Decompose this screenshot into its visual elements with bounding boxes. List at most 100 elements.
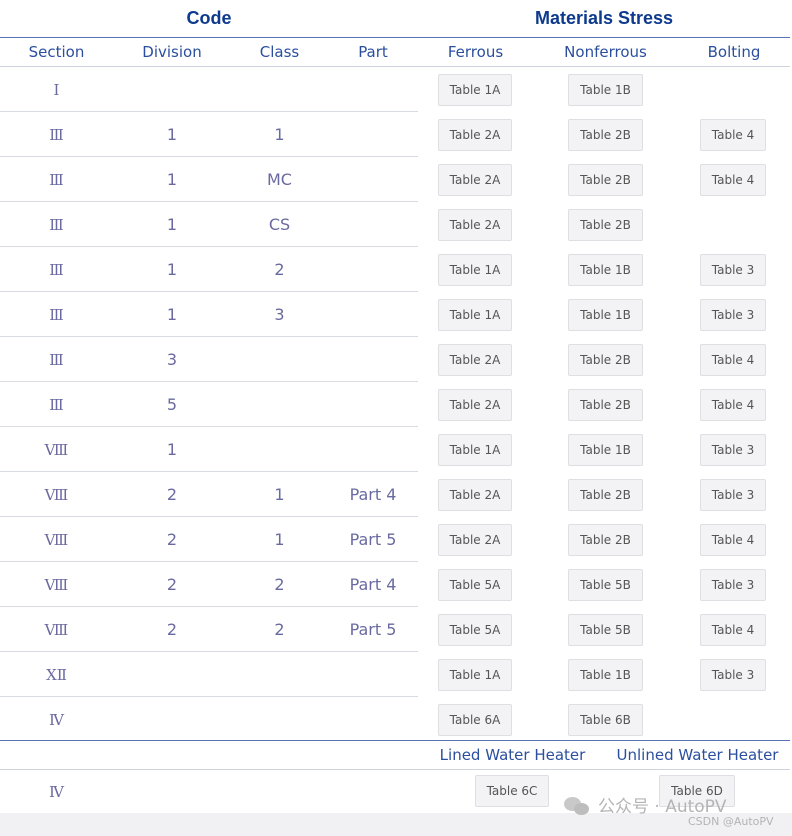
division-cell — [113, 652, 231, 697]
table-row: Ⅰ Table 1A Table 1B — [0, 67, 790, 112]
nonferrous-table-button[interactable]: Table 2B — [568, 119, 643, 151]
class-cell: MC — [267, 170, 292, 189]
bolting-table-button[interactable]: Table 3 — [700, 569, 766, 601]
nonferrous-table-button[interactable]: Table 1B — [568, 74, 643, 106]
ferrous-table-button[interactable]: Table 2A — [438, 479, 512, 511]
division-cell: 2 — [166, 485, 178, 504]
bolting-table-button[interactable]: Table 3 — [700, 299, 766, 331]
class-cell — [231, 67, 328, 112]
division-cell: 1 — [166, 125, 178, 144]
watermark-text: 公众号 · AutoPV — [598, 797, 727, 817]
bolting-table-button[interactable]: Table 4 — [700, 524, 766, 556]
ferrous-table-button[interactable]: Table 2A — [438, 524, 512, 556]
class-cell: 2 — [274, 260, 285, 279]
bolting-table-button[interactable]: Table 4 — [700, 119, 766, 151]
division-cell: 1 — [166, 260, 178, 279]
class-cell: CS — [268, 215, 291, 234]
ferrous-table-button[interactable]: Table 2A — [438, 164, 512, 196]
part-cell — [328, 697, 418, 742]
nonferrous-table-button[interactable]: Table 6B — [568, 704, 643, 736]
ferrous-table-button[interactable]: Table 6A — [438, 704, 512, 736]
bolting-table-button[interactable]: Table 4 — [700, 164, 766, 196]
section-cell: Ⅷ — [44, 620, 69, 639]
nonferrous-table-button[interactable]: Table 1B — [568, 299, 643, 331]
section-cell: Ⅲ — [49, 395, 64, 414]
col-header-ferrous: Ferrous — [447, 43, 504, 61]
part-cell — [328, 247, 418, 292]
section-cell: Ⅰ — [53, 80, 60, 99]
division-cell: 1 — [166, 215, 178, 234]
division-cell: 3 — [166, 350, 178, 369]
nonferrous-table-button[interactable]: Table 2B — [568, 344, 643, 376]
ferrous-table-button[interactable]: Table 1A — [438, 74, 512, 106]
ferrous-table-button[interactable]: Table 1A — [438, 434, 512, 466]
part-cell: Part 4 — [349, 575, 397, 594]
wechat-icon — [562, 794, 592, 816]
division-cell: 2 — [166, 530, 178, 549]
part-cell: Part 4 — [349, 485, 397, 504]
part-cell — [328, 292, 418, 337]
nonferrous-table-button[interactable]: Table 2B — [568, 389, 643, 421]
bolting-table-button[interactable]: Table 4 — [700, 614, 766, 646]
ferrous-table-button[interactable]: Table 5A — [438, 569, 512, 601]
table-6c-button[interactable]: Table 6C — [475, 775, 549, 807]
section-cell: Ⅲ — [49, 125, 64, 144]
bolting-table-button[interactable]: Table 3 — [700, 659, 766, 691]
division-cell: 1 — [166, 305, 178, 324]
bolting-table-button[interactable]: Table 4 — [700, 344, 766, 376]
ferrous-table-button[interactable]: Table 5A — [438, 614, 512, 646]
nonferrous-table-button[interactable]: Table 1B — [568, 659, 643, 691]
bolting-table-button[interactable]: Table 3 — [700, 254, 766, 286]
col-header-section: Section — [28, 43, 85, 61]
division-cell: 5 — [166, 395, 178, 414]
class-cell: 2 — [274, 575, 285, 594]
section-cell: Ⅲ — [49, 305, 64, 324]
col-header-division: Division — [142, 43, 202, 61]
part-cell — [328, 157, 418, 202]
table-row: Ⅷ 2 1 Part 5 Table 2A Table 2B Table 4 — [0, 517, 790, 562]
section-cell: XⅡ — [46, 665, 67, 684]
part-cell — [328, 112, 418, 157]
ferrous-table-button[interactable]: Table 1A — [438, 299, 512, 331]
part-cell — [328, 652, 418, 697]
nonferrous-table-button[interactable]: Table 2B — [568, 164, 643, 196]
class-cell: 1 — [274, 485, 285, 504]
water-heater-header-divider — [0, 769, 790, 770]
bolting-table-button[interactable]: Table 3 — [700, 479, 766, 511]
nonferrous-table-button[interactable]: Table 5B — [568, 569, 643, 601]
ferrous-table-button[interactable]: Table 2A — [438, 344, 512, 376]
bolting-table-button[interactable]: Table 4 — [700, 389, 766, 421]
ferrous-table-button[interactable]: Table 1A — [438, 254, 512, 286]
class-cell — [231, 382, 328, 427]
bolting-table-button[interactable]: Table 3 — [700, 434, 766, 466]
table-row: Ⅳ Table 6A Table 6B — [0, 697, 790, 742]
nonferrous-table-button[interactable]: Table 2B — [568, 209, 643, 241]
col-header-part: Part — [358, 43, 388, 61]
table-row: Ⅲ 1 1 Table 2A Table 2B Table 4 — [0, 112, 790, 157]
watermark-credit: CSDN @AutoPV — [688, 815, 774, 828]
division-cell — [113, 67, 231, 112]
class-cell: 2 — [274, 620, 285, 639]
table-row: Ⅲ 1 CS Table 2A Table 2B — [0, 202, 790, 247]
ferrous-table-button[interactable]: Table 1A — [438, 659, 512, 691]
nonferrous-table-button[interactable]: Table 1B — [568, 254, 643, 286]
col-header-lined-water-heater: Lined Water Heater — [439, 746, 586, 764]
ferrous-table-button[interactable]: Table 2A — [438, 209, 512, 241]
ferrous-table-button[interactable]: Table 2A — [438, 389, 512, 421]
col-header-nonferrous: Nonferrous — [564, 43, 647, 61]
nonferrous-table-button[interactable]: Table 5B — [568, 614, 643, 646]
section-cell: Ⅲ — [49, 350, 64, 369]
part-cell: Part 5 — [349, 530, 397, 549]
section-cell: Ⅷ — [44, 440, 69, 459]
part-cell — [328, 337, 418, 382]
ferrous-table-button[interactable]: Table 2A — [438, 119, 512, 151]
table-row: Ⅲ 5 Table 2A Table 2B Table 4 — [0, 382, 790, 427]
nonferrous-table-button[interactable]: Table 1B — [568, 434, 643, 466]
nonferrous-table-button[interactable]: Table 2B — [568, 479, 643, 511]
col-header-unlined-water-heater: Unlined Water Heater — [616, 746, 779, 764]
part-cell — [328, 67, 418, 112]
section-cell: Ⅲ — [49, 215, 64, 234]
nonferrous-table-button[interactable]: Table 2B — [568, 524, 643, 556]
table-row: Ⅲ 1 MC Table 2A Table 2B Table 4 — [0, 157, 790, 202]
section-cell: Ⅳ — [49, 710, 64, 729]
